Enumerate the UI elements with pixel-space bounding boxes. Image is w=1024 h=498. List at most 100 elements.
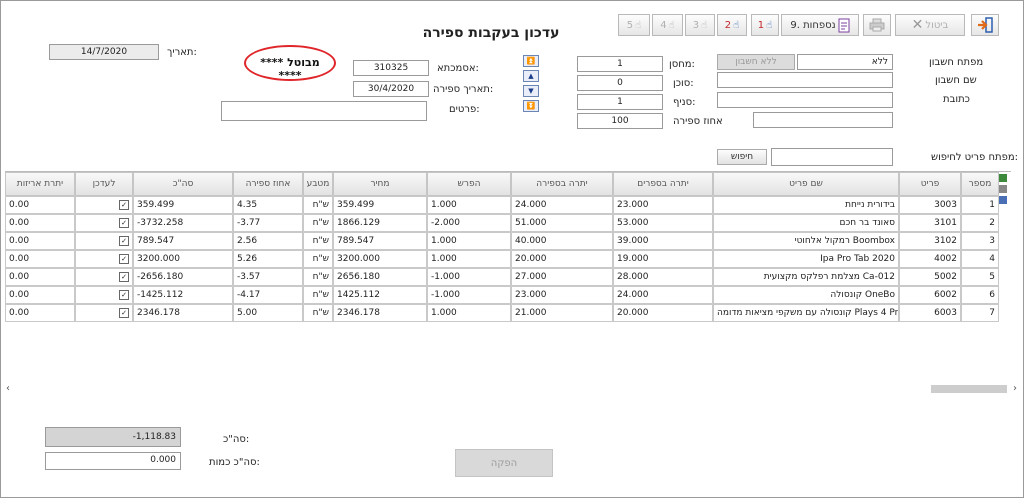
column-header-packs[interactable]: יתרת אריזות bbox=[5, 172, 75, 196]
update-checkbox[interactable]: ✓ bbox=[75, 268, 133, 286]
total-qty-field: 0.000 bbox=[45, 452, 181, 470]
column-header-update[interactable]: לעדכן bbox=[75, 172, 133, 196]
cell-diff: 1.000 bbox=[427, 232, 511, 250]
update-checkbox[interactable]: ✓ bbox=[75, 196, 133, 214]
exit-button[interactable] bbox=[971, 14, 999, 36]
next-record-button[interactable]: ▼ bbox=[523, 85, 539, 97]
update-checkbox[interactable]: ✓ bbox=[75, 250, 133, 268]
account-key-input[interactable]: ללא bbox=[797, 54, 893, 70]
cancel-button[interactable]: ✕ ביטול bbox=[895, 14, 965, 36]
exit-arrow-icon bbox=[978, 17, 993, 33]
up-arrow-icon: ▲ bbox=[528, 72, 534, 80]
cell-price: 359.499 bbox=[333, 196, 427, 214]
warehouse-input[interactable]: 1 bbox=[577, 56, 663, 72]
update-checkbox[interactable]: ✓ bbox=[75, 232, 133, 250]
cell-price: 3200.000 bbox=[333, 250, 427, 268]
cell-name: קונסולה עם משקפי מציאות מדומה Plays 4 Pr… bbox=[713, 304, 899, 322]
column-header-pct[interactable]: אחוז ספירה bbox=[233, 172, 303, 196]
cell-packs: 0.00 bbox=[5, 214, 75, 232]
count-date-label: תאריך ספירה: bbox=[433, 84, 494, 95]
last-record-button[interactable]: ⏬ bbox=[523, 100, 539, 112]
cell-currency: ש"ח bbox=[303, 196, 333, 214]
cell-books: 19.000 bbox=[613, 250, 713, 268]
grid-horizontal-scrollbar[interactable]: ‹ › bbox=[1, 383, 1023, 395]
update-checkbox[interactable]: ✓ bbox=[75, 214, 133, 232]
cell-counted: 24.000 bbox=[511, 196, 613, 214]
cell-books: 24.000 bbox=[613, 286, 713, 304]
cell-item: 3003 bbox=[899, 196, 961, 214]
cell-no: 4 bbox=[961, 250, 999, 268]
no-account-button[interactable]: ללא חשבון bbox=[717, 54, 795, 70]
column-header-diff[interactable]: הפרש bbox=[427, 172, 511, 196]
cell-pct: -4.17 bbox=[233, 286, 303, 304]
cell-item: 5002 bbox=[899, 268, 961, 286]
column-header-item[interactable]: פריט bbox=[899, 172, 961, 196]
scroll-thumb[interactable] bbox=[931, 385, 1007, 393]
first-icon: ⏫ bbox=[526, 57, 536, 65]
appendices-button[interactable]: 9. נספחות bbox=[781, 14, 859, 36]
cell-books: 23.000 bbox=[613, 196, 713, 214]
produce-button[interactable]: הפקה bbox=[455, 449, 553, 477]
cell-pct: 2.56 bbox=[233, 232, 303, 250]
cell-no: 1 bbox=[961, 196, 999, 214]
address-line2-input[interactable] bbox=[753, 112, 893, 128]
count-date-input[interactable]: 30/4/2020 bbox=[353, 81, 429, 97]
update-checkbox[interactable]: ✓ bbox=[75, 286, 133, 304]
cell-pct: -3.57 bbox=[233, 268, 303, 286]
cell-books: 28.000 bbox=[613, 268, 713, 286]
branch-input[interactable]: 1 bbox=[577, 94, 663, 110]
reference-label: אסמכתא: bbox=[437, 63, 479, 74]
cell-counted: 20.000 bbox=[511, 250, 613, 268]
column-header-currency[interactable]: מטבע bbox=[303, 172, 333, 196]
count-percent-input[interactable]: 100 bbox=[577, 113, 663, 129]
hand-5-button[interactable]: 5 ☝ bbox=[618, 14, 650, 36]
column-header-total[interactable]: סה"כ bbox=[133, 172, 233, 196]
cell-item: 6003 bbox=[899, 304, 961, 322]
hand-3-button[interactable]: 3 ☝ bbox=[685, 14, 715, 36]
cell-price: 2656.180 bbox=[333, 268, 427, 286]
hand-2-button[interactable]: 2 ☝ bbox=[717, 14, 747, 36]
total-label: סה"כ: bbox=[223, 434, 250, 445]
cell-pct: 4.35 bbox=[233, 196, 303, 214]
scroll-right-icon[interactable]: › bbox=[1013, 383, 1017, 394]
cell-name: רמקול אלחוטי Boombox bbox=[713, 232, 899, 250]
first-record-button[interactable]: ⏫ bbox=[523, 55, 539, 67]
reference-input[interactable]: 310325 bbox=[353, 60, 429, 76]
cell-no: 2 bbox=[961, 214, 999, 232]
account-name-input[interactable] bbox=[717, 72, 893, 88]
cell-no: 6 bbox=[961, 286, 999, 304]
cell-currency: ש"ח bbox=[303, 250, 333, 268]
cell-diff: 1.000 bbox=[427, 304, 511, 322]
hand-1-button[interactable]: 1 ☝ bbox=[751, 14, 779, 36]
grid-refresh-icon[interactable] bbox=[999, 196, 1007, 204]
last-icon: ⏬ bbox=[526, 102, 536, 110]
column-header-price[interactable]: מחיר bbox=[333, 172, 427, 196]
previous-record-button[interactable]: ▲ bbox=[523, 70, 539, 82]
item-search-input[interactable] bbox=[771, 148, 893, 166]
cell-counted: 23.000 bbox=[511, 286, 613, 304]
cell-currency: ש"ח bbox=[303, 304, 333, 322]
scroll-left-icon[interactable]: ‹ bbox=[6, 383, 10, 394]
cell-no: 5 bbox=[961, 268, 999, 286]
address-input[interactable] bbox=[717, 92, 893, 108]
column-header-no[interactable]: מספר bbox=[961, 172, 999, 196]
cell-price: 2346.178 bbox=[333, 304, 427, 322]
cell-packs: 0.00 bbox=[5, 286, 75, 304]
column-header-counted[interactable]: יתרה בספירה bbox=[511, 172, 613, 196]
cell-total: -3732.258 bbox=[133, 214, 233, 232]
warehouse-label: מחסן: bbox=[669, 59, 695, 70]
update-checkbox[interactable]: ✓ bbox=[75, 304, 133, 322]
search-button[interactable]: חיפוש bbox=[717, 149, 767, 165]
cell-total: -2656.180 bbox=[133, 268, 233, 286]
grid-settings-icon[interactable] bbox=[999, 174, 1007, 182]
cell-item: 6002 bbox=[899, 286, 961, 304]
grid-export-icon[interactable] bbox=[999, 185, 1007, 193]
cell-counted: 21.000 bbox=[511, 304, 613, 322]
column-header-books[interactable]: יתרה בספרים bbox=[613, 172, 713, 196]
agent-input[interactable]: 0 bbox=[577, 75, 663, 91]
column-header-name[interactable]: שם פריט bbox=[713, 172, 899, 196]
hand-4-button[interactable]: 4 ☝ bbox=[652, 14, 683, 36]
details-textarea[interactable] bbox=[221, 101, 427, 121]
cell-diff: 1.000 bbox=[427, 250, 511, 268]
print-button[interactable] bbox=[863, 14, 891, 36]
